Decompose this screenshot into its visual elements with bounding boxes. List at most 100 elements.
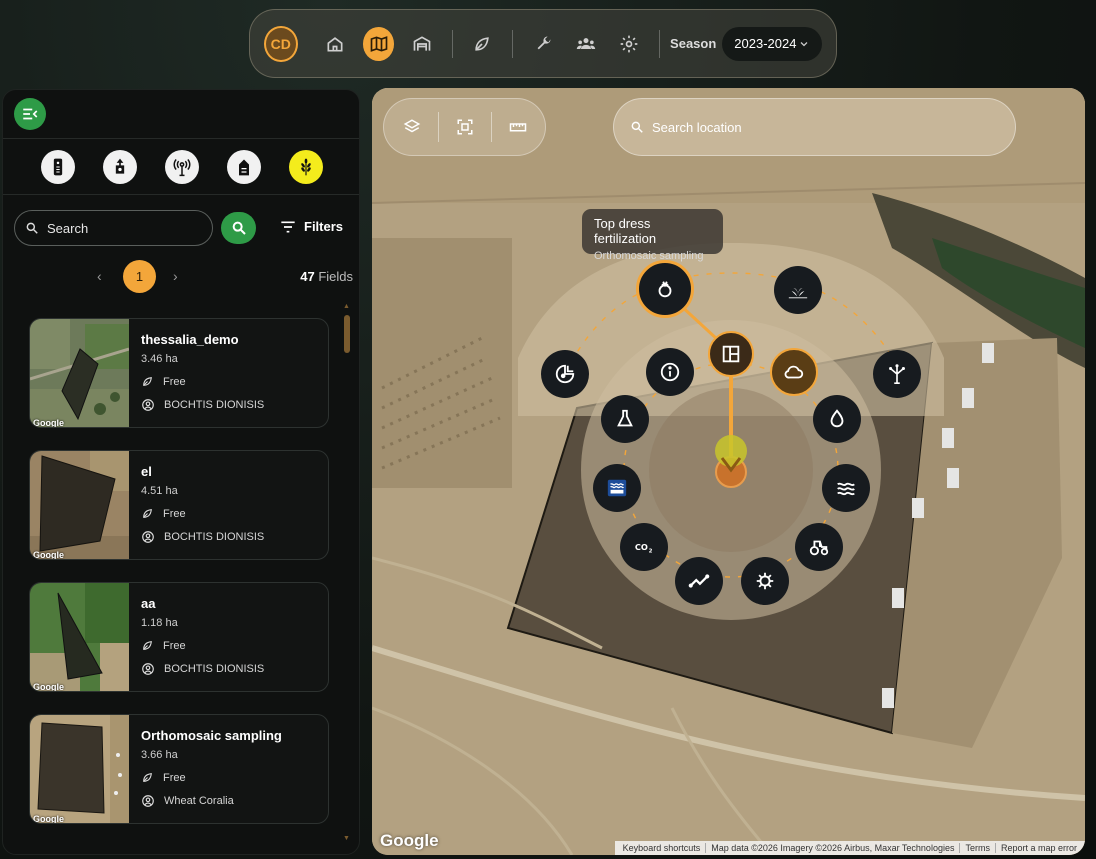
category-drones[interactable] bbox=[103, 149, 137, 184]
user-circle-icon bbox=[142, 531, 154, 543]
carbon-emissions-button[interactable]: CO 2 bbox=[620, 523, 668, 571]
field-info: thessalia_demo 3.46 ha Free BOCHTIS DION… bbox=[141, 332, 264, 412]
soil-lab-analysis-button[interactable] bbox=[601, 395, 649, 443]
pagination: ‹ 1 › 47 Fields bbox=[3, 260, 359, 293]
crops-button[interactable] bbox=[467, 27, 498, 61]
nav-divider bbox=[451, 29, 453, 58]
pest-disease-button[interactable] bbox=[741, 557, 789, 605]
field-list-scrollbar[interactable]: ▲ ▼ bbox=[343, 303, 350, 845]
yara-integration-button[interactable] bbox=[593, 464, 641, 512]
search-icon bbox=[232, 221, 246, 235]
flood-risk-button[interactable] bbox=[822, 464, 870, 512]
filters-button[interactable]: Filters bbox=[280, 219, 343, 234]
cloud-icon bbox=[784, 365, 804, 379]
equipment-button[interactable] bbox=[527, 27, 558, 61]
map-data-credit: Map data ©2026 Imagery ©2026 Airbus, Max… bbox=[705, 843, 959, 853]
top-dress-fertilization-button[interactable] bbox=[636, 260, 694, 318]
field-thumbnail: Google bbox=[30, 715, 129, 823]
info-icon bbox=[660, 362, 680, 382]
user-circle-icon bbox=[142, 663, 154, 675]
leaf-icon bbox=[143, 641, 152, 650]
barn-icon bbox=[413, 35, 431, 51]
sensor-device-icon bbox=[53, 158, 63, 175]
collapse-sidebar-button[interactable] bbox=[14, 98, 46, 130]
wrench-icon bbox=[537, 36, 551, 49]
google-logo: Google bbox=[380, 831, 439, 850]
field-info-button[interactable] bbox=[646, 348, 694, 396]
field-owner-name: BOCHTIS DIONISIS bbox=[164, 399, 265, 411]
trend-analytics-button[interactable] bbox=[675, 557, 723, 605]
terms-link[interactable]: Terms bbox=[959, 843, 995, 853]
field-name: Orthomosaic sampling bbox=[141, 728, 282, 743]
field-layout-button[interactable] bbox=[708, 331, 754, 377]
user-avatar[interactable]: CD bbox=[264, 25, 298, 62]
field-search-input[interactable]: Search bbox=[14, 210, 213, 246]
home-button[interactable] bbox=[320, 27, 351, 61]
current-page[interactable]: 1 bbox=[123, 260, 156, 293]
field-info: Orthomosaic sampling 3.66 ha Free Wheat … bbox=[141, 728, 282, 808]
radial-menu-backdrop bbox=[518, 243, 944, 620]
water-level-button[interactable] bbox=[813, 395, 861, 443]
weather-button[interactable] bbox=[770, 348, 818, 396]
field-status-label: Free bbox=[163, 507, 186, 520]
field-area: 3.46 ha bbox=[141, 353, 178, 365]
virus-icon bbox=[756, 572, 774, 590]
field-thumbnail: Google bbox=[30, 583, 129, 691]
season-value: 2023-2024 bbox=[734, 36, 797, 51]
keyboard-shortcuts-link[interactable]: Keyboard shortcuts bbox=[618, 843, 706, 853]
action-tooltip: Top dress fertilization Orthomosaic samp… bbox=[582, 209, 723, 262]
field-status-label: Free bbox=[163, 639, 186, 652]
field-card[interactable]: Google el 4.51 ha Free BOCHTIS DIONISIS bbox=[29, 450, 329, 560]
field-owner: Wheat Coralia bbox=[141, 794, 282, 808]
team-button[interactable] bbox=[570, 27, 601, 61]
previous-page-button[interactable]: ‹ bbox=[97, 268, 102, 284]
field-card[interactable]: Google aa 1.18 ha Free BOCHTIS DIONISIS bbox=[29, 582, 329, 692]
home-icon bbox=[327, 36, 343, 51]
category-weather-stations[interactable] bbox=[165, 149, 199, 184]
irrigation-sprinkler-button[interactable] bbox=[873, 350, 921, 398]
field-thumbnail: Google bbox=[30, 451, 129, 560]
field-name: aa bbox=[141, 596, 156, 611]
scroll-up-arrow[interactable]: ▲ bbox=[343, 303, 350, 310]
search-submit-button[interactable] bbox=[221, 212, 256, 244]
field-area: 1.18 ha bbox=[141, 617, 178, 629]
flask-icon bbox=[617, 409, 633, 427]
map-button[interactable] bbox=[362, 26, 395, 61]
sprout-icon bbox=[788, 288, 808, 299]
machinery-operations-button[interactable] bbox=[795, 523, 843, 571]
satellite-map[interactable]: Search location Top dress fertilization … bbox=[372, 88, 1085, 855]
nav-divider bbox=[659, 29, 661, 58]
crop-growth-button[interactable] bbox=[774, 266, 822, 314]
category-sensors[interactable] bbox=[41, 149, 75, 184]
field-card[interactable]: Google thessalia_demo 3.46 ha Free BOCHT… bbox=[29, 318, 329, 428]
menu-collapse-icon bbox=[23, 108, 38, 120]
gear-icon bbox=[621, 35, 638, 52]
tooltip-title: Top dress fertilization bbox=[594, 216, 657, 246]
settings-button[interactable] bbox=[614, 27, 645, 61]
season-select[interactable]: 2023-2024 bbox=[722, 26, 822, 61]
field-status: Free bbox=[141, 639, 264, 652]
report-map-error-link[interactable]: Report a map error bbox=[994, 843, 1082, 853]
google-watermark: Google bbox=[33, 550, 64, 560]
farm-buildings-button[interactable] bbox=[406, 27, 437, 61]
water-drop-icon bbox=[830, 409, 844, 428]
scroll-thumb[interactable] bbox=[344, 315, 350, 353]
scroll-down-arrow[interactable]: ▼ bbox=[343, 835, 350, 842]
field-thumbnail: Google bbox=[30, 319, 129, 428]
category-storage[interactable] bbox=[227, 149, 261, 184]
category-crops[interactable] bbox=[289, 149, 323, 184]
user-circle-icon bbox=[142, 399, 154, 411]
harvest-analysis-button[interactable] bbox=[541, 350, 589, 398]
category-filter-bar bbox=[3, 139, 359, 195]
line-chart-icon bbox=[688, 574, 710, 588]
field-name: thessalia_demo bbox=[141, 332, 239, 347]
nav-divider bbox=[512, 29, 513, 58]
field-info: el 4.51 ha Free BOCHTIS DIONISIS bbox=[141, 464, 264, 544]
field-owner-name: BOCHTIS DIONISIS bbox=[164, 531, 265, 543]
fertilizer-bag-icon bbox=[658, 281, 672, 298]
waves-icon bbox=[837, 482, 855, 496]
next-page-button[interactable]: › bbox=[173, 268, 178, 284]
sidebar-header bbox=[3, 90, 359, 139]
google-watermark: Google bbox=[33, 418, 64, 428]
field-card[interactable]: Google Orthomosaic sampling 3.66 ha Free… bbox=[29, 714, 329, 824]
